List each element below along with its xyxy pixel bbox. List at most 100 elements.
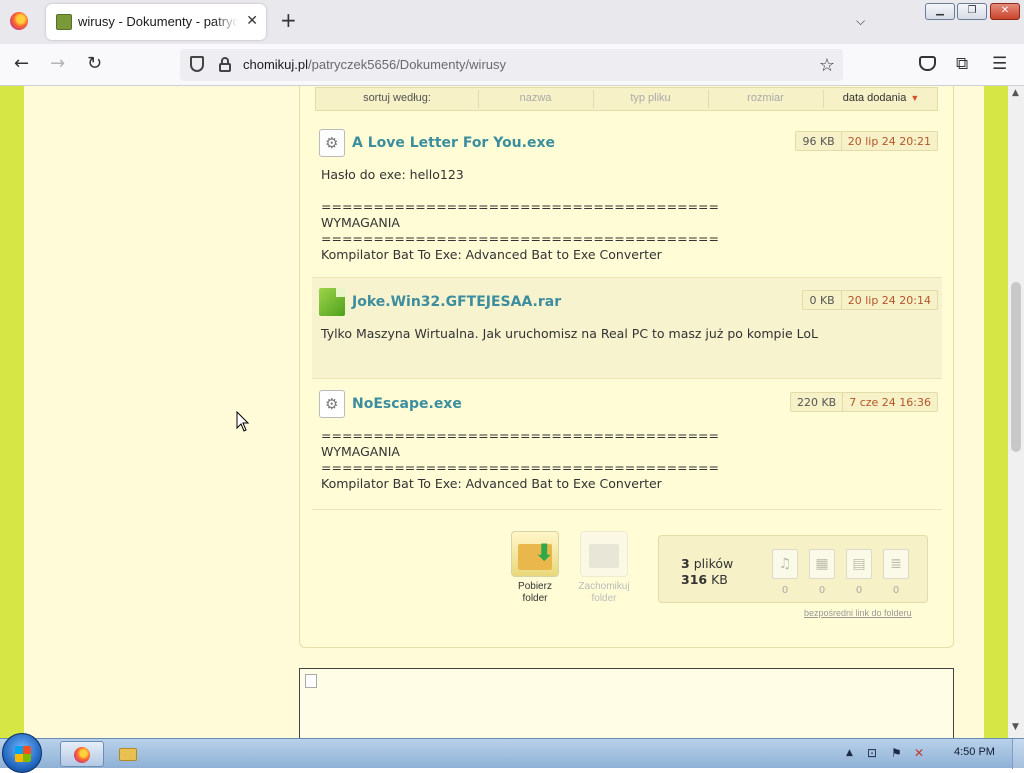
forward-arrow-icon[interactable]: → xyxy=(50,55,65,73)
music-icon: ♫ xyxy=(772,549,798,579)
exe-gear-icon[interactable]: ⚙ xyxy=(319,129,345,157)
favicon-icon xyxy=(56,14,72,30)
stats-text: 3 plików 316 KB xyxy=(681,556,733,588)
download-folder-icon: ⬇ xyxy=(511,531,559,577)
network-icon[interactable]: ⊡ xyxy=(867,746,877,760)
url-text[interactable]: chomikuj.pl/patryczek5656/Dokumenty/wiru… xyxy=(243,57,506,72)
taskbar-explorer-button[interactable] xyxy=(106,741,150,767)
file-date: 20 lip 24 20:14 xyxy=(847,294,931,307)
video-count: 0 xyxy=(818,585,826,596)
vertical-scrollbar[interactable]: ▲ ▼ xyxy=(1008,86,1024,738)
save-folder-button[interactable]: Zachomikuj folder xyxy=(573,531,635,605)
direct-folder-link[interactable]: bezpośredni link do folderu xyxy=(804,608,912,618)
tab-bar: wirusy - Dokumenty - patryczek5656 ✕ + ⌵… xyxy=(0,0,1024,44)
url-bar[interactable]: chomikuj.pl/patryczek5656/Dokumenty/wiru… xyxy=(180,49,843,81)
download-label-line1: Pobierz xyxy=(518,581,552,592)
file-count: 3 xyxy=(681,556,690,571)
file-name-link[interactable]: A Love Letter For You.exe xyxy=(352,135,555,151)
image-icon: ▤ xyxy=(846,549,872,579)
sort-bar: sortuj według: nazwa typ pliku rozmiar d… xyxy=(315,87,938,111)
file-meta: 220 KB 7 cze 24 16:36 xyxy=(789,392,938,412)
firefox-icon xyxy=(74,747,90,763)
sort-by-date-link[interactable]: data dodania ▼ xyxy=(823,92,939,104)
menu-icon[interactable]: ☰ xyxy=(992,54,1007,74)
file-size: 220 KB xyxy=(791,393,844,411)
document-stat[interactable]: ≣ 0 xyxy=(882,549,910,596)
taskbar-clock[interactable]: 4:50 PM xyxy=(954,746,995,758)
sort-by-name-link[interactable]: nazwa xyxy=(478,92,593,104)
file-name-link[interactable]: NoEscape.exe xyxy=(352,396,462,412)
rar-archive-icon[interactable] xyxy=(319,288,345,316)
file-description: Hasło do exe: hello123 =================… xyxy=(321,167,719,262)
navigation-bar: ← → ↻ chomikuj.pl/patryczek5656/Dokument… xyxy=(0,44,1024,86)
tracking-shield-icon[interactable] xyxy=(190,56,204,72)
lock-icon[interactable] xyxy=(218,57,232,73)
sort-by-type-link[interactable]: typ pliku xyxy=(593,92,708,104)
video-stat[interactable]: ▦ 0 xyxy=(808,549,836,596)
browser-tab[interactable]: wirusy - Dokumenty - patryczek5656 ✕ xyxy=(46,4,266,40)
taskbar: ▲ ⊡ ⚑ ✕ 4:50 PM xyxy=(0,733,1024,773)
broken-image-icon xyxy=(305,674,317,688)
show-desktop-button[interactable] xyxy=(1012,739,1024,769)
save-folder-icon xyxy=(580,531,628,577)
file-date: 20 lip 24 20:21 xyxy=(847,135,931,148)
sort-label: sortuj według: xyxy=(363,92,431,104)
tab-title: wirusy - Dokumenty - patryczek5656 xyxy=(78,14,238,29)
download-folder-button[interactable]: ⬇ Pobierz folder xyxy=(504,531,566,605)
pocket-icon[interactable] xyxy=(919,56,936,71)
volume-muted-icon[interactable]: ✕ xyxy=(914,746,924,760)
total-size-unit: KB xyxy=(711,572,728,587)
back-arrow-icon[interactable]: ← xyxy=(14,55,29,73)
exe-gear-icon[interactable]: ⚙ xyxy=(319,390,345,418)
url-path: /patryczek5656/Dokumenty/wirusy xyxy=(308,57,507,72)
total-size: 316 xyxy=(681,572,708,587)
save-label-line2: folder xyxy=(591,593,617,604)
maximize-button[interactable]: ❐ xyxy=(957,3,987,20)
music-stat[interactable]: ♫ 0 xyxy=(771,549,799,596)
new-tab-icon[interactable]: + xyxy=(280,10,297,30)
close-window-button[interactable]: ✕ xyxy=(990,3,1020,20)
url-host: chomikuj.pl xyxy=(243,57,309,72)
video-icon: ▦ xyxy=(809,549,835,579)
music-count: 0 xyxy=(781,585,789,596)
show-hidden-icons-icon[interactable]: ▲ xyxy=(846,748,853,758)
download-label-line2: folder xyxy=(522,593,548,604)
taskbar-firefox-button[interactable] xyxy=(60,741,104,767)
start-button[interactable] xyxy=(2,733,42,773)
file-description: Tylko Maszyna Wirtualna. Jak uruchomisz … xyxy=(321,326,818,341)
scroll-up-arrow-icon[interactable]: ▲ xyxy=(1012,88,1019,98)
mouse-cursor-icon xyxy=(236,411,250,432)
scroll-thumb[interactable] xyxy=(1011,282,1021,452)
page-viewport: sortuj według: nazwa typ pliku rozmiar d… xyxy=(0,86,1008,738)
folder-icon xyxy=(119,748,137,761)
file-divider xyxy=(312,509,942,510)
document-count: 0 xyxy=(892,585,900,596)
sort-date-label: data dodania xyxy=(842,92,907,104)
close-tab-icon[interactable]: ✕ xyxy=(246,13,258,29)
file-item: ⚙ A Love Letter For You.exe 96 KB 20 lip… xyxy=(312,123,942,277)
folder-stats: 3 plików 316 KB ♫ 0 ▦ 0 ▤ 0 ≣ 0 xyxy=(658,535,928,603)
file-name-link[interactable]: Joke.Win32.GFTEJESAA.rar xyxy=(352,294,561,310)
file-size: 96 KB xyxy=(796,132,842,150)
save-label-line1: Zachomikuj xyxy=(578,581,630,592)
scroll-down-arrow-icon[interactable]: ▼ xyxy=(1012,722,1019,732)
file-meta: 96 KB 20 lip 24 20:21 xyxy=(795,131,938,151)
file-meta: 0 KB 20 lip 24 20:14 xyxy=(802,290,938,310)
sort-desc-arrow-icon: ▼ xyxy=(910,93,920,103)
embedded-frame xyxy=(299,668,954,738)
file-count-label: plików xyxy=(693,556,734,571)
firefox-icon[interactable] xyxy=(10,12,28,30)
action-center-flag-icon[interactable]: ⚑ xyxy=(891,746,902,760)
windows-logo-icon xyxy=(15,746,31,762)
file-date: 7 cze 24 16:36 xyxy=(849,396,931,409)
image-stat[interactable]: ▤ 0 xyxy=(845,549,873,596)
chevron-down-icon[interactable]: ⌵ xyxy=(856,14,865,29)
reload-icon[interactable]: ↻ xyxy=(87,55,102,73)
file-description: ====================================== W… xyxy=(321,428,719,491)
extensions-icon[interactable]: ⧉ xyxy=(956,54,968,74)
sort-by-size-link[interactable]: rozmiar xyxy=(708,92,823,104)
file-list-panel: sortuj według: nazwa typ pliku rozmiar d… xyxy=(299,86,954,648)
bookmark-star-icon[interactable]: ☆ xyxy=(819,55,835,76)
file-item: ⚙ NoEscape.exe 220 KB 7 cze 24 16:36 ===… xyxy=(312,379,942,509)
minimize-button[interactable]: ▁ xyxy=(925,3,955,20)
